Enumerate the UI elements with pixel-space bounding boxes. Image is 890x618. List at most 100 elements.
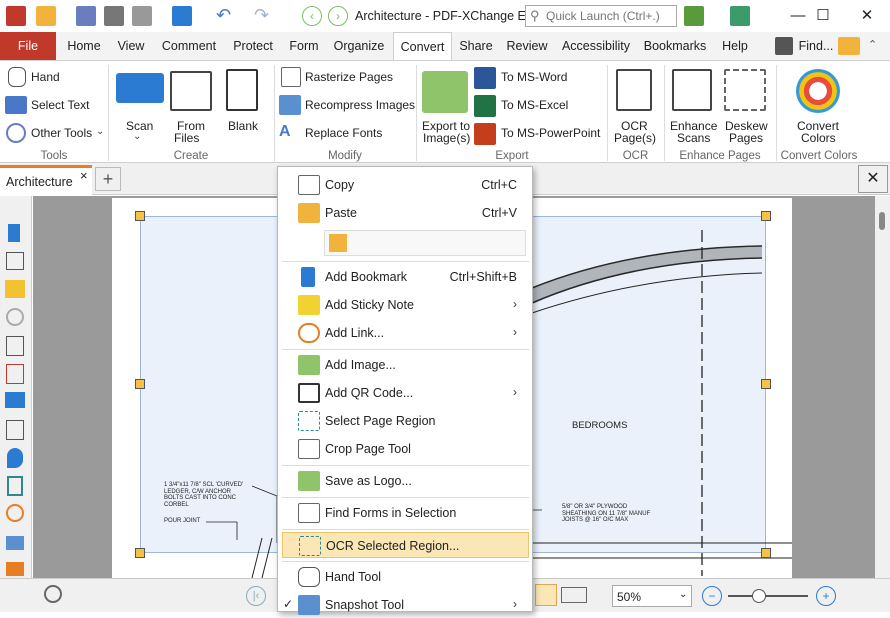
comments-icon[interactable] (5, 280, 25, 298)
replace-fonts-button[interactable]: Replace Fonts (305, 126, 382, 140)
destinations-icon[interactable] (7, 448, 23, 468)
tab-view[interactable]: View (112, 32, 150, 60)
zoom-dropdown[interactable]: 50% ⌄ (612, 585, 692, 607)
links-icon[interactable] (6, 504, 24, 522)
to-excel-button[interactable]: To MS-Excel (501, 98, 568, 112)
tab-help[interactable]: Help (716, 32, 754, 60)
to-word-button[interactable]: To MS-Word (501, 70, 567, 84)
close-button[interactable]: ✕ (844, 0, 890, 32)
hand-tool-button[interactable]: Hand (31, 70, 60, 84)
close-document-button[interactable]: ✕ (858, 165, 888, 193)
select-text-button[interactable]: Select Text (31, 98, 89, 112)
scrollbar-thumb[interactable] (879, 212, 885, 230)
quick-launch-search[interactable]: ⚲ (525, 5, 677, 27)
pages-icon[interactable] (6, 252, 24, 270)
feature-icon[interactable] (684, 6, 704, 26)
tab-accessibility[interactable]: Accessibility (558, 32, 634, 60)
signatures-icon[interactable] (6, 364, 24, 384)
paste-special-icon[interactable] (329, 234, 347, 252)
tab-comment[interactable]: Comment (156, 32, 222, 60)
menu-item-add-link[interactable]: Add Link... › (282, 320, 529, 346)
divider (108, 65, 109, 161)
close-tab-icon[interactable]: × (80, 168, 88, 183)
recompress-button[interactable]: Recompress Images (305, 98, 415, 112)
rasterize-button[interactable]: Rasterize Pages (305, 70, 393, 84)
tab-form[interactable]: Form (284, 32, 324, 60)
save-icon[interactable] (76, 6, 96, 26)
tab-file[interactable]: File (0, 32, 56, 60)
menu-item-ocr-selected-region[interactable]: OCR Selected Region... (282, 532, 529, 558)
new-tab-button[interactable]: + (95, 167, 121, 191)
zoom-slider-thumb[interactable] (752, 589, 766, 603)
menu-item-add-bookmark[interactable]: Add Bookmark Ctrl+Shift+B (282, 264, 529, 290)
print-icon[interactable] (104, 6, 124, 26)
menu-item-save-as-logo[interactable]: Save as Logo... (282, 468, 529, 494)
folder-icon[interactable] (838, 37, 860, 55)
forward-icon[interactable]: › (328, 6, 348, 26)
maximize-button[interactable]: ☐ (800, 0, 846, 32)
content-icon[interactable] (6, 420, 24, 440)
tab-protect[interactable]: Protect (228, 32, 278, 60)
resize-handle[interactable] (135, 548, 145, 558)
menu-label: Find Forms in Selection (325, 506, 457, 520)
document-tab[interactable]: Architecture × (0, 165, 92, 195)
back-icon[interactable]: ‹ (302, 6, 322, 26)
tab-bookmarks[interactable]: Bookmarks (640, 32, 710, 60)
attachments-icon[interactable] (6, 308, 24, 326)
sticky-note-icon (298, 295, 320, 315)
vertical-scrollbar[interactable] (875, 196, 890, 578)
search-input[interactable] (546, 9, 672, 23)
menu-item-copy[interactable]: Copy Ctrl+C (282, 172, 529, 198)
email-icon[interactable] (132, 6, 152, 26)
tab-home[interactable]: Home (62, 32, 106, 60)
resize-handle[interactable] (761, 211, 771, 221)
divider (607, 65, 608, 161)
paste-icon (298, 203, 320, 223)
tab-share[interactable]: Share (456, 32, 496, 60)
paste-options[interactable] (324, 230, 526, 256)
collapse-ribbon-icon[interactable]: ⌃ (868, 38, 877, 51)
layers-icon[interactable] (5, 392, 25, 408)
zoom-in-icon[interactable]: + (816, 586, 836, 606)
single-page-icon[interactable] (535, 584, 557, 606)
menu-item-add-image[interactable]: Add Image... (282, 352, 529, 378)
tab-organize[interactable]: Organize (330, 32, 388, 60)
structure-icon[interactable] (7, 476, 23, 496)
find-button[interactable]: Find... (798, 32, 834, 60)
fields-icon[interactable] (6, 336, 24, 356)
resize-handle[interactable] (135, 379, 145, 389)
open-icon[interactable] (36, 6, 56, 26)
scan-icon[interactable] (172, 6, 192, 26)
menu-item-hand-tool[interactable]: Hand Tool (282, 564, 529, 590)
menu-item-find-forms[interactable]: Find Forms in Selection (282, 500, 529, 526)
zoom-out-icon[interactable]: − (702, 586, 722, 606)
resize-handle[interactable] (761, 379, 771, 389)
redo-icon[interactable]: ↷ (254, 6, 274, 26)
tags-icon[interactable] (6, 536, 24, 550)
two-page-icon[interactable] (561, 587, 587, 603)
tab-convert[interactable]: Convert (393, 32, 452, 61)
resize-handle[interactable] (761, 548, 771, 558)
menu-label: Select Page Region (325, 414, 436, 428)
hand-icon (8, 67, 26, 87)
settings-icon[interactable] (44, 585, 62, 603)
blank-button[interactable]: Blank (228, 119, 258, 133)
fullscreen-icon[interactable] (730, 6, 750, 26)
menu-item-paste[interactable]: Paste Ctrl+V (282, 200, 529, 226)
menu-item-add-qr-code[interactable]: Add QR Code... › (282, 380, 529, 406)
resize-handle[interactable] (135, 211, 145, 221)
tab-review[interactable]: Review (502, 32, 552, 60)
bookmark-icon[interactable] (8, 224, 20, 242)
group-create: Create (173, 150, 209, 162)
menu-item-snapshot-tool[interactable]: ✓ Snapshot Tool › (282, 592, 529, 618)
menu-item-select-page-region[interactable]: Select Page Region (282, 408, 529, 434)
other-tools-button[interactable]: Other Tools (31, 126, 92, 140)
find-icon[interactable] (775, 37, 793, 55)
first-page-icon[interactable]: |‹ (246, 586, 266, 606)
menu-item-crop-page-tool[interactable]: Crop Page Tool (282, 436, 529, 462)
undo-icon[interactable]: ↶ (216, 6, 236, 26)
to-powerpoint-button[interactable]: To MS-PowerPoint (501, 126, 600, 140)
zoom-slider[interactable] (728, 595, 808, 597)
menu-item-add-sticky-note[interactable]: Add Sticky Note › (282, 292, 529, 318)
thumbnails-icon[interactable] (6, 562, 24, 576)
